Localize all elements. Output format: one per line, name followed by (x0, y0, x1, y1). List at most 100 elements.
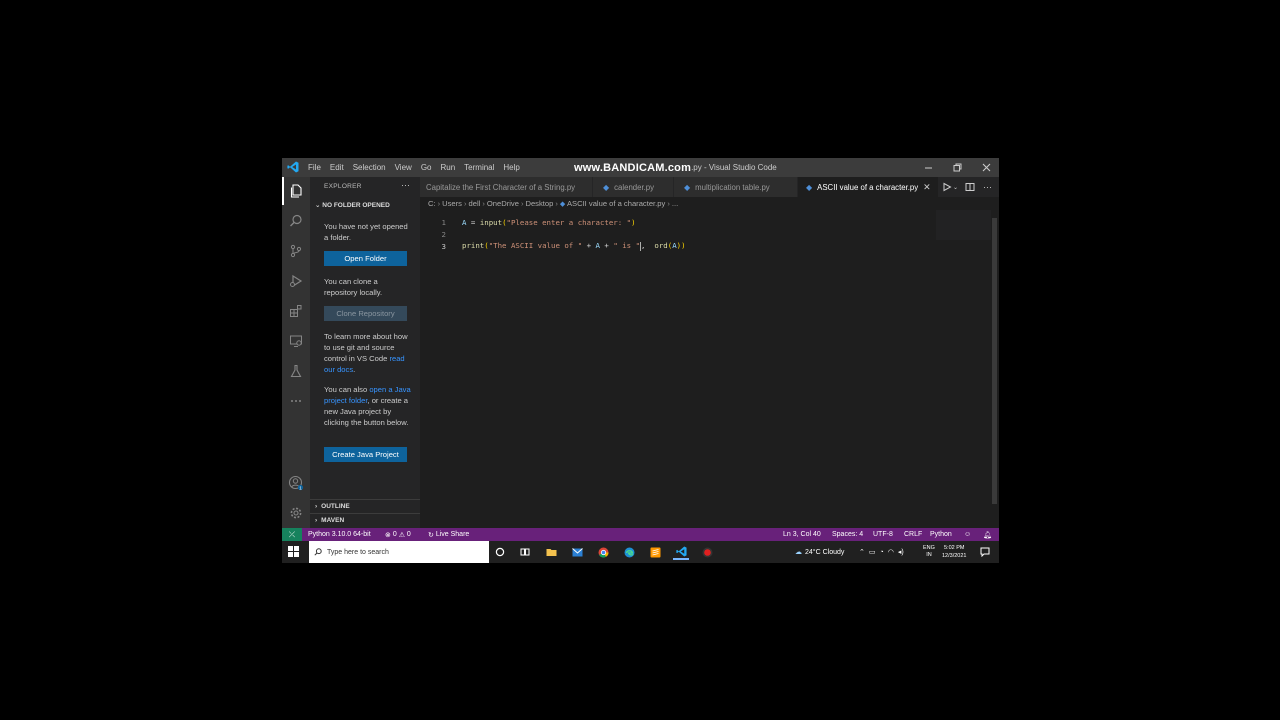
minimize-button[interactable] (914, 158, 942, 177)
menu-go[interactable]: Go (421, 163, 432, 172)
volume-icon[interactable]: ◂) (898, 548, 904, 556)
vertical-scrollbar[interactable] (992, 218, 997, 504)
code-content[interactable]: A = input("Please enter a character: ") (462, 218, 636, 227)
run-file-button[interactable]: ⌄ (942, 177, 958, 197)
split-editor-icon (965, 183, 975, 191)
section-title: NO FOLDER OPENED (322, 202, 390, 209)
error-count: 0 (392, 531, 397, 538)
weather-widget[interactable]: ☁ 24°C Cloudy (795, 541, 844, 563)
code-editor[interactable]: 1 A = input("Please enter a character: "… (420, 210, 980, 528)
extensions-button[interactable] (282, 297, 310, 325)
menu-selection[interactable]: Selection (353, 163, 386, 172)
maven-section[interactable]: › MAVEN (310, 513, 420, 527)
tab-label: calender.py (614, 182, 655, 192)
restore-button[interactable] (943, 158, 971, 177)
cortana-icon (495, 547, 505, 557)
split-editor-button[interactable] (965, 177, 975, 197)
menu-view[interactable]: View (395, 163, 412, 172)
chrome-taskbar[interactable] (595, 544, 611, 560)
task-view-button[interactable] (517, 544, 533, 560)
edge-taskbar[interactable] (621, 544, 637, 560)
tab-multiplication[interactable]: ◆ multiplication table.py (674, 177, 797, 197)
chevron-up-icon[interactable]: ⌃ (859, 548, 865, 556)
breadcrumb-item[interactable]: dell (469, 199, 481, 208)
run-debug-button[interactable] (282, 267, 310, 295)
breadcrumb-item[interactable]: OneDrive (487, 199, 519, 208)
language-mode[interactable]: Python (930, 528, 952, 541)
tab-capitalize[interactable]: Capitalize the First Character of a Stri… (420, 177, 592, 197)
language-indicator[interactable]: ENG IN (923, 541, 935, 563)
clone-repository-button[interactable]: Clone Repository (324, 306, 407, 321)
breadcrumb-item[interactable]: C: (428, 199, 436, 208)
feedback-button[interactable]: ☺ (964, 528, 971, 541)
notifications-button[interactable]: 🔔︎ (983, 528, 992, 541)
minimap[interactable] (936, 210, 991, 240)
breadcrumb-item[interactable]: ASCII value of a character.py (567, 199, 665, 208)
views-more-icon[interactable]: ··· (401, 180, 410, 190)
run-dropdown-icon[interactable]: ⌄ (953, 184, 958, 191)
menu-edit[interactable]: Edit (330, 163, 344, 172)
menu-help[interactable]: Help (503, 163, 519, 172)
remote-indicator[interactable]: ⤫ (282, 528, 302, 541)
taskbar-search-box[interactable]: Type here to search (309, 541, 489, 563)
menu-file[interactable]: File (308, 163, 321, 172)
title-bar: File Edit Selection View Go Run Terminal… (282, 158, 999, 177)
code-content[interactable]: print("The ASCII value of " + A + " is "… (462, 241, 686, 251)
search-button[interactable] (282, 207, 310, 235)
breadcrumb-item[interactable]: ... (672, 199, 678, 208)
tab-ascii-value[interactable]: ◆ ASCII value of a character.py ✕ (798, 177, 938, 197)
close-window-button[interactable] (972, 158, 999, 177)
bandicam-taskbar[interactable] (699, 544, 715, 560)
windows-start-icon[interactable] (288, 546, 299, 557)
clock[interactable]: 5:02 PM 12/3/2021 (942, 541, 966, 563)
wifi-icon[interactable]: ◠ (888, 548, 894, 556)
indentation[interactable]: Spaces: 4 (832, 528, 863, 541)
notification-icon (980, 547, 990, 557)
live-share-button[interactable]: ↻ Live Share (428, 528, 469, 541)
code-token: )) (676, 241, 686, 251)
remote-explorer-button[interactable] (282, 327, 310, 355)
network-icon[interactable]: ◔ (880, 549, 884, 556)
code-line[interactable]: 1 A = input("Please enter a character: "… (420, 216, 940, 228)
menu-run[interactable]: Run (440, 163, 455, 172)
accounts-button[interactable]: 1 (282, 469, 310, 497)
live-share-icon: ↻ (428, 531, 434, 539)
encoding[interactable]: UTF-8 (873, 528, 893, 541)
action-center-button[interactable] (980, 541, 990, 563)
cortana-button[interactable] (492, 544, 508, 560)
code-token: input (479, 217, 503, 227)
code-line[interactable]: 3 print("The ASCII value of " + A + " is… (420, 240, 940, 252)
battery-icon[interactable]: ▭ (869, 548, 876, 556)
code-line[interactable]: 2 (420, 228, 940, 240)
search-icon (290, 214, 302, 227)
cursor-position[interactable]: Ln 3, Col 40 (783, 528, 821, 541)
tab-label: ASCII value of a character.py (817, 182, 919, 192)
create-java-project-button[interactable]: Create Java Project (324, 447, 407, 462)
close-tab-icon[interactable]: ✕ (923, 182, 931, 193)
testing-button[interactable] (282, 357, 310, 385)
tab-calender[interactable]: ◆ calender.py (593, 177, 673, 197)
more-views-button[interactable] (282, 387, 310, 415)
mail-taskbar[interactable] (569, 544, 585, 560)
no-folder-section-header[interactable]: ⌄ NO FOLDER OPENED (315, 201, 390, 209)
folder-icon (546, 549, 556, 556)
no-folder-message: You have not yet opened a folder. (324, 222, 408, 242)
breadcrumb-item[interactable]: Users (442, 199, 462, 208)
git-docs-end: . (353, 365, 356, 374)
outline-section[interactable]: › OUTLINE (310, 499, 420, 513)
explorer-button[interactable] (282, 177, 310, 205)
menu-terminal[interactable]: Terminal (464, 163, 494, 172)
problems-indicator[interactable]: ⊗ 0 ⚠ 0 (385, 528, 411, 541)
vscode-taskbar[interactable] (673, 544, 689, 560)
breadcrumb-item[interactable]: Desktop (525, 199, 553, 208)
python-interpreter[interactable]: Python 3.10.0 64-bit (308, 528, 371, 541)
line-ending[interactable]: CRLF (904, 528, 922, 541)
file-explorer-taskbar[interactable] (543, 544, 559, 560)
manage-button[interactable] (282, 499, 310, 527)
chevron-down-icon: ⌄ (315, 202, 321, 209)
open-folder-button[interactable]: Open Folder (324, 251, 407, 266)
more-actions-button[interactable]: ··· (983, 177, 992, 197)
source-control-button[interactable] (282, 237, 310, 265)
sublime-taskbar[interactable] (647, 544, 663, 560)
system-tray-icons[interactable]: ⌃ ▭ ◔ ◠ ◂) (859, 541, 904, 563)
